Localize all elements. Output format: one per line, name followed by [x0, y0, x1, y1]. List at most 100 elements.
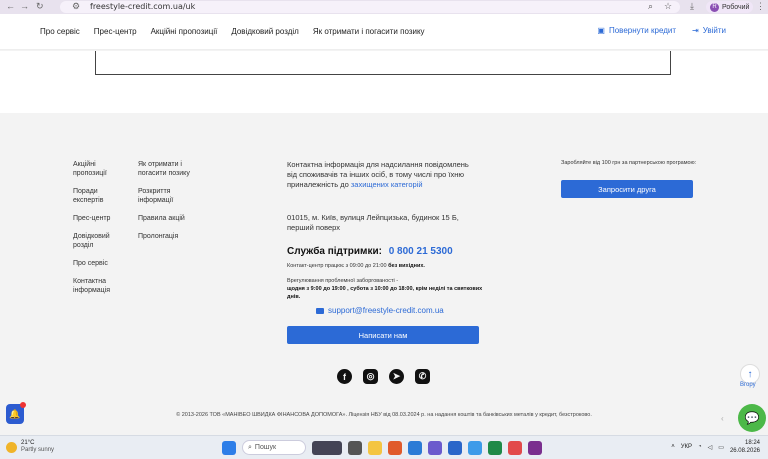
- scroll-to-top-button[interactable]: ↑: [740, 364, 760, 384]
- date: 26.08.2026: [729, 448, 760, 454]
- support-phone[interactable]: 0 800 21 5300: [389, 246, 453, 257]
- task-view-icon[interactable]: [348, 440, 362, 455]
- write-us-button[interactable]: Написати нам: [287, 326, 479, 344]
- email-text: support@freestyle-credit.com.ua: [328, 306, 444, 315]
- notifications-button[interactable]: 🔔: [6, 402, 26, 424]
- footer-column-2: Як отримати і погасити позику Розкриття …: [138, 160, 200, 250]
- footer-link-prolongation[interactable]: Пролонгація: [138, 232, 200, 241]
- taskbar-search[interactable]: ⌕ Пошук: [242, 440, 306, 455]
- wallet-icon: ▣: [597, 26, 605, 35]
- instagram-icon[interactable]: ◎: [363, 369, 378, 384]
- clock[interactable]: 18:24 26.08.2026: [730, 439, 760, 455]
- volume-icon[interactable]: ◁: [708, 444, 713, 451]
- contact-info: Контактна інформація для надсилання пові…: [287, 160, 477, 190]
- weather-text: Partly sunny: [21, 447, 55, 453]
- nav-help[interactable]: Довідковий розділ: [231, 27, 299, 36]
- app-icon-1[interactable]: [388, 440, 402, 455]
- nav-press[interactable]: Прес-центр: [94, 27, 137, 36]
- invite-friend-button[interactable]: Запросити друга: [561, 180, 693, 198]
- battery-icon[interactable]: ▭: [718, 444, 724, 451]
- partner-text: Заробляйте від 100 грн за партнерською п…: [561, 160, 697, 166]
- start-icon[interactable]: [222, 440, 236, 455]
- chrome-icon[interactable]: [508, 440, 522, 455]
- download-icon[interactable]: ⤓: [690, 1, 694, 12]
- widgets-icon[interactable]: [312, 440, 342, 455]
- login-link[interactable]: ⇥ Увійти: [692, 26, 726, 35]
- footer-link-contacts[interactable]: Контактна інформація: [73, 277, 128, 295]
- envelope-icon: [316, 307, 324, 314]
- nav-how-to[interactable]: Як отримати і погасити позику: [313, 27, 425, 36]
- url-text: freestyle-credit.com.ua/uk: [90, 2, 196, 11]
- scroll-to-top-label: Вгору: [740, 382, 756, 388]
- nav-promos[interactable]: Акційні пропозиції: [151, 27, 218, 36]
- viber-icon[interactable]: ✆: [415, 369, 430, 384]
- content-frame: [95, 51, 671, 75]
- contact-hours: Контакт-центр працює з 09:00 до 21:00 бе…: [287, 263, 425, 269]
- protected-categories-link[interactable]: захищених категорій: [351, 180, 423, 189]
- zoom-icon[interactable]: ⌕: [648, 1, 653, 12]
- footer-link-disclosure[interactable]: Розкриття інформації: [138, 187, 200, 205]
- complaints-text: Врегулювання проблемної заборгованості -: [287, 278, 399, 284]
- hours-bold: без вихідних.: [388, 263, 425, 269]
- browser-toolbar: ← → ↻ ⚙ freestyle-credit.com.ua/uk ⌕ ☆ ⤓…: [0, 0, 768, 14]
- forward-icon[interactable]: →: [20, 1, 29, 11]
- login-label: Увійти: [702, 26, 726, 35]
- wifi-icon[interactable]: ◔: [698, 444, 702, 450]
- outlook-icon[interactable]: [448, 440, 462, 455]
- app-icon-2[interactable]: [468, 440, 482, 455]
- chat-button[interactable]: 💬: [738, 404, 766, 432]
- lang-indicator[interactable]: УКР: [681, 444, 692, 450]
- address: 01015, м. Київ, вулиця Лейпцизька, будин…: [287, 213, 459, 232]
- site-info-icon[interactable]: ⚙: [72, 1, 80, 12]
- footer-link-promos[interactable]: Акційні пропозиції: [73, 160, 128, 178]
- edge-icon[interactable]: [408, 440, 422, 455]
- facebook-icon[interactable]: f: [337, 369, 352, 384]
- footer-link-how-to[interactable]: Як отримати і погасити позику: [138, 160, 200, 178]
- avatar: R: [710, 2, 719, 12]
- support-label: Служба підтримки:: [287, 246, 382, 257]
- hours-text: Контакт-центр працює з 09:00 до 21:00: [287, 263, 387, 269]
- sun-icon: [6, 441, 17, 453]
- back-icon[interactable]: ←: [6, 1, 15, 11]
- chevron-left-icon[interactable]: ‹: [721, 414, 724, 423]
- chat-icon: 💬: [744, 411, 760, 425]
- notification-dot: [20, 402, 26, 408]
- complaints-bold: щодня з 9:00 до 19:00 , субота з 10:00 д…: [287, 286, 483, 300]
- footer-link-about[interactable]: Про сервіс: [73, 259, 128, 268]
- main-nav: Про сервіс Прес-центр Акційні пропозиції…: [40, 27, 425, 36]
- app-icon-3[interactable]: [528, 440, 542, 455]
- footer: Акційні пропозиції Поради експертів Прес…: [0, 113, 768, 435]
- copyright: © 2013-2026 ТОВ «МАНІВЕО ШВИДКА ФІНАНСОВ…: [176, 412, 592, 418]
- footer-link-help[interactable]: Довідковий розділ: [73, 232, 128, 250]
- system-tray: ˄ УКР ◔ ◁ ▭ 18:24 26.08.2026: [671, 439, 760, 455]
- support-line: Служба підтримки: 0 800 21 5300: [287, 246, 453, 257]
- menu-icon[interactable]: ⋮: [756, 1, 765, 12]
- footer-link-promo-rules[interactable]: Правила акцій: [138, 214, 200, 223]
- social-links: f ◎ ➤ ✆: [337, 369, 430, 384]
- bookmark-star-icon[interactable]: ☆: [664, 1, 672, 12]
- debt-settlement-hours: Врегулювання проблемної заборгованості -…: [287, 277, 487, 301]
- profile-label: Робочий: [722, 3, 750, 11]
- return-credit-label: Повернути кредит: [608, 26, 677, 35]
- chevron-up-icon[interactable]: ˄: [671, 444, 675, 450]
- file-explorer-icon[interactable]: [368, 440, 382, 455]
- temperature: 21°C: [21, 440, 35, 446]
- weather-widget[interactable]: 21°C Partly sunny: [6, 440, 54, 454]
- search-icon: ⌕: [248, 443, 252, 451]
- search-placeholder: Пошук: [254, 444, 277, 451]
- return-credit-link[interactable]: ▣ Повернути кредит: [597, 26, 676, 35]
- teams-icon[interactable]: [428, 440, 442, 455]
- footer-link-expert-tips[interactable]: Поради експертів: [73, 187, 128, 205]
- windows-taskbar: 21°C Partly sunny ⌕ Пошук ˄ УКР ◔ ◁ ▭ 18…: [0, 435, 768, 459]
- excel-icon[interactable]: [488, 440, 502, 455]
- site-header: Про сервіс Прес-центр Акційні пропозиції…: [0, 14, 768, 50]
- footer-link-press[interactable]: Прес-центр: [73, 214, 128, 223]
- bell-icon: 🔔: [9, 408, 21, 419]
- login-icon: ⇥: [692, 26, 699, 35]
- profile-button[interactable]: R Робочий: [706, 1, 754, 13]
- telegram-icon[interactable]: ➤: [389, 369, 404, 384]
- reload-icon[interactable]: ↻: [36, 1, 44, 12]
- support-email[interactable]: support@freestyle-credit.com.ua: [316, 306, 444, 315]
- time: 18:24: [744, 440, 760, 446]
- nav-about[interactable]: Про сервіс: [40, 27, 80, 36]
